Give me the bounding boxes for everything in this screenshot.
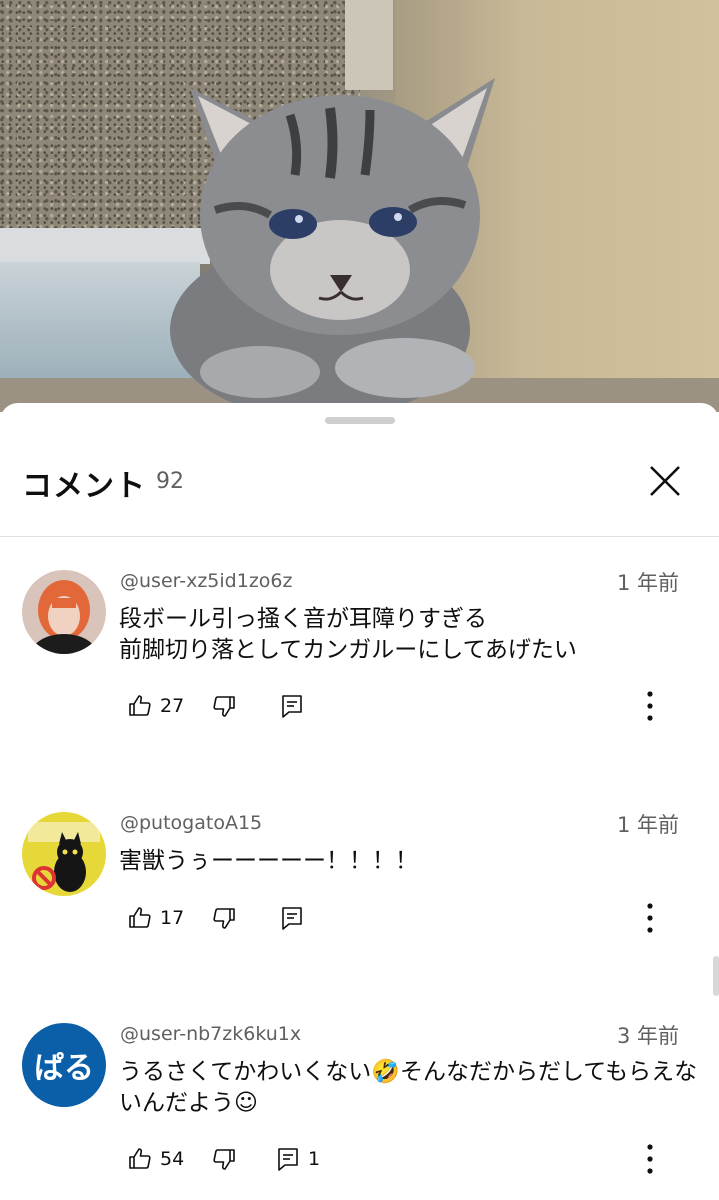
avatar[interactable] — [22, 812, 106, 896]
user-photo-avatar — [22, 570, 106, 654]
dislike-button[interactable] — [212, 898, 236, 938]
more-vert-icon — [647, 691, 653, 721]
reply-icon — [278, 1148, 298, 1171]
like-button[interactable]: 27 — [128, 686, 184, 726]
thumbs-up-icon — [129, 907, 151, 928]
like-count: 17 — [160, 907, 185, 929]
comments-panel: コメント 92 @user-xz5id1zo6z 1 年前 段ボール引っ掻く音が… — [0, 403, 719, 1200]
more-options-button[interactable] — [640, 688, 660, 724]
close-button[interactable] — [640, 457, 690, 507]
reply-icon — [282, 907, 302, 930]
avatar[interactable] — [22, 570, 106, 654]
more-options-button[interactable] — [640, 1141, 660, 1177]
close-icon — [650, 466, 680, 496]
comment-text-line-1: 段ボール引っ掻く音が耳障りすぎる — [119, 606, 487, 632]
like-count: 54 — [160, 1148, 185, 1170]
more-options-button[interactable] — [640, 900, 660, 936]
thumbs-down-icon — [213, 1149, 235, 1170]
reply-count: 1 — [308, 1148, 321, 1170]
black-cat-avatar — [22, 812, 106, 896]
dislike-button[interactable] — [212, 686, 236, 726]
comment-actions: 27 — [120, 686, 700, 726]
thumbs-down-icon — [213, 696, 235, 717]
reply-button[interactable] — [280, 898, 304, 938]
comments-count: 92 — [156, 469, 184, 494]
comment-time: 1 年前 — [616, 571, 679, 595]
comment-text: 段ボール引っ掻く音が耳障りすぎる 前脚切り落としてカンガルーにしてあげたい — [119, 604, 699, 666]
comment-text: うるさくてかわいくない🤣そんなだからだしてもらえないんだよう☺ — [119, 1059, 698, 1116]
comment-time: 3 年前 — [616, 1024, 679, 1048]
comment-actions: 54 1 — [120, 1139, 700, 1179]
more-vert-icon — [647, 903, 653, 933]
comment-author[interactable]: @user-nb7zk6ku1x — [120, 1023, 301, 1045]
comment-text: 害獣うぅーーーーー！！！！ — [119, 848, 418, 874]
drag-handle[interactable] — [325, 417, 395, 424]
dislike-button[interactable] — [212, 1139, 236, 1179]
more-vert-icon — [647, 1144, 653, 1174]
like-count: 27 — [160, 695, 185, 717]
video-player[interactable] — [0, 0, 719, 412]
comment-time: 1 年前 — [616, 813, 679, 837]
kitten-video-frame — [170, 78, 495, 412]
reply-button[interactable]: 1 — [276, 1139, 320, 1179]
thumbs-up-icon — [129, 1148, 151, 1169]
reply-button[interactable] — [280, 686, 304, 726]
comment-actions: 17 — [120, 898, 700, 938]
reply-icon — [282, 695, 302, 718]
thumbs-up-icon — [129, 695, 151, 716]
thumbs-down-icon — [213, 908, 235, 929]
comments-header: コメント 92 — [0, 443, 719, 537]
comments-title: コメント — [22, 469, 146, 504]
like-button[interactable]: 54 — [128, 1139, 184, 1179]
comment-text-line-2: 前脚切り落としてカンガルーにしてあげたい — [119, 637, 577, 663]
avatar[interactable]: ぱる — [22, 1023, 106, 1107]
comment-author[interactable]: @user-xz5id1zo6z — [120, 570, 292, 592]
like-button[interactable]: 17 — [128, 898, 184, 938]
scrollbar[interactable] — [713, 956, 719, 996]
comment-author[interactable]: @putogatoA15 — [120, 812, 262, 834]
avatar-text: ぱる — [34, 1051, 94, 1086]
